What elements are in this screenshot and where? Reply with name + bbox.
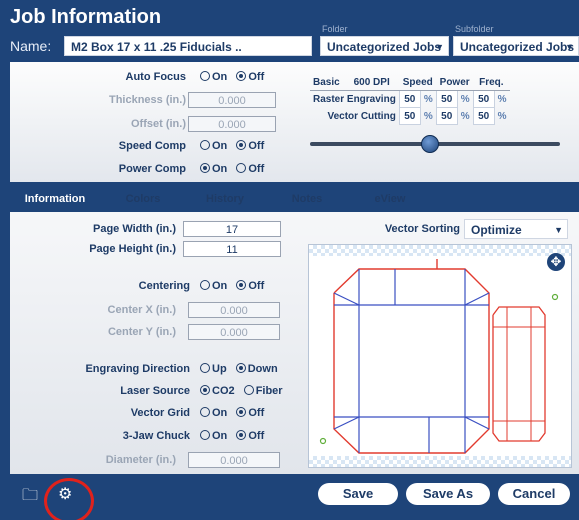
laser-source-label: Laser Source bbox=[120, 385, 190, 397]
power-comp-radio-group[interactable]: On Off bbox=[200, 163, 264, 175]
engraving-direction-radio-group[interactable]: Up Down bbox=[200, 363, 278, 375]
tab-information[interactable]: Information bbox=[10, 186, 100, 212]
radio-on[interactable] bbox=[200, 280, 210, 290]
engraving-direction-label: Engraving Direction bbox=[85, 363, 190, 375]
radio-fiber[interactable] bbox=[243, 385, 254, 395]
row-label: Vector Cutting bbox=[327, 110, 396, 122]
jaw-chuck-radio-group[interactable]: On Off bbox=[200, 430, 264, 442]
chevron-down-icon: ▼ bbox=[435, 42, 444, 52]
radio-off[interactable] bbox=[236, 71, 247, 81]
power-comp-label: Power Comp bbox=[118, 163, 186, 175]
cancel-button[interactable]: Cancel bbox=[498, 483, 570, 505]
radio-on[interactable] bbox=[200, 140, 210, 150]
offset-label: Offset (in.) bbox=[131, 118, 186, 130]
auto-focus-radio-group[interactable]: On Off bbox=[200, 71, 264, 83]
vector-sorting-value: Optimize bbox=[471, 223, 522, 237]
raster-power-input[interactable]: 50 bbox=[435, 90, 458, 108]
radio-off[interactable] bbox=[236, 140, 247, 150]
folder-value: Uncategorized Jobs bbox=[327, 40, 442, 54]
vector-sorting-label: Vector Sorting bbox=[384, 223, 460, 235]
speed-comp-label: Speed Comp bbox=[118, 140, 186, 152]
power-header: Power bbox=[436, 74, 474, 91]
window-title: Job Information bbox=[10, 6, 162, 28]
chevron-down-icon: ▼ bbox=[554, 225, 563, 235]
laser-settings-panel: Auto Focus On Off Thickness (in.) 0.000 … bbox=[10, 62, 579, 182]
page-width-label: Page Width (in.) bbox=[92, 223, 176, 235]
job-preview-canvas[interactable]: ✥ bbox=[308, 244, 572, 468]
row-label: Raster Engraving bbox=[313, 93, 396, 105]
radio-off[interactable] bbox=[236, 430, 247, 440]
radio-on[interactable] bbox=[200, 430, 210, 440]
jaw-chuck-label: 3-Jaw Chuck bbox=[122, 430, 190, 442]
save-button[interactable]: Save bbox=[318, 483, 398, 505]
page-height-label: Page Height (in.) bbox=[89, 243, 176, 255]
centering-label: Centering bbox=[138, 280, 190, 292]
subfolder-value: Uncategorized Jobs bbox=[460, 40, 575, 54]
vector-grid-label: Vector Grid bbox=[130, 407, 190, 419]
centering-radio-group[interactable]: On Off bbox=[200, 280, 264, 292]
chevron-down-icon: ▼ bbox=[565, 42, 574, 52]
radio-on[interactable] bbox=[200, 163, 210, 173]
information-tab-content: Page Width (in.) 17 Page Height (in.) 11… bbox=[10, 212, 579, 474]
radio-off[interactable] bbox=[236, 407, 247, 417]
freq-header: Freq. bbox=[473, 74, 510, 91]
tab-bar: Information Colors History Notes eView bbox=[10, 186, 579, 212]
subfolder-label: Subfolder bbox=[455, 24, 494, 34]
raster-freq-input[interactable]: 50 bbox=[472, 90, 495, 108]
center-y-input[interactable]: 0.000 bbox=[188, 324, 280, 340]
folder-dropdown[interactable]: Uncategorized Jobs ▼ bbox=[320, 36, 449, 56]
center-x-input[interactable]: 0.000 bbox=[188, 302, 280, 318]
speed-comp-radio-group[interactable]: On Off bbox=[200, 140, 264, 152]
tab-eview[interactable]: eView bbox=[355, 186, 425, 212]
thickness-label: Thickness (in.) bbox=[108, 94, 186, 106]
vector-grid-radio-group[interactable]: On Off bbox=[200, 407, 264, 419]
laser-source-radio-group[interactable]: CO2 Fiber bbox=[200, 385, 283, 397]
diameter-input[interactable]: 0.000 bbox=[188, 452, 280, 468]
radio-down[interactable] bbox=[235, 363, 246, 373]
tab-colors[interactable]: Colors bbox=[108, 186, 178, 212]
save-as-button[interactable]: Save As bbox=[406, 483, 490, 505]
vector-freq-input[interactable]: 50 bbox=[472, 107, 495, 125]
laser-parameters-table: Basic 600 DPI Speed Power Freq. Raster E… bbox=[310, 74, 510, 125]
vector-power-input[interactable]: 50 bbox=[435, 107, 458, 125]
slider-knob[interactable] bbox=[421, 135, 439, 153]
radio-off[interactable] bbox=[236, 163, 247, 173]
import-folder-icon[interactable]: 🗀 bbox=[22, 484, 38, 511]
job-information-window: Job Information Folder Subfolder Name: M… bbox=[0, 0, 579, 520]
thickness-input[interactable]: 0.000 bbox=[188, 92, 276, 108]
radio-up[interactable] bbox=[200, 363, 210, 373]
vector-sorting-dropdown[interactable]: Optimize ▼ bbox=[464, 219, 568, 239]
tab-history[interactable]: History bbox=[190, 186, 260, 212]
table-row: Raster Engraving 50 % 50 % 50 % bbox=[310, 90, 510, 108]
job-name-input[interactable]: M2 Box 17 x 11 .25 Fiducials .. bbox=[64, 36, 312, 56]
mode-label: Basic 600 DPI bbox=[310, 74, 400, 91]
page-height-input[interactable]: 11 bbox=[183, 241, 281, 257]
diameter-label: Diameter (in.) bbox=[105, 454, 176, 466]
raster-speed-input[interactable]: 50 bbox=[398, 90, 421, 108]
radio-off[interactable] bbox=[236, 280, 247, 290]
radio-on[interactable] bbox=[200, 407, 210, 417]
speed-header: Speed bbox=[399, 74, 437, 91]
box-design-drawing bbox=[319, 259, 559, 454]
highlight-circle bbox=[44, 478, 94, 520]
center-y-label: Center Y (in.) bbox=[107, 326, 176, 338]
move-icon[interactable]: ✥ bbox=[547, 253, 565, 271]
center-x-label: Center X (in.) bbox=[107, 304, 176, 316]
radio-on[interactable] bbox=[200, 71, 210, 81]
name-label: Name: bbox=[10, 38, 52, 54]
subfolder-dropdown[interactable]: Uncategorized Jobs ▼ bbox=[453, 36, 579, 56]
page-width-input[interactable]: 17 bbox=[183, 221, 281, 237]
folder-label: Folder bbox=[322, 24, 348, 34]
vector-speed-input[interactable]: 50 bbox=[398, 107, 421, 125]
table-row: Vector Cutting 50 % 50 % 50 % bbox=[310, 107, 510, 125]
offset-input[interactable]: 0.000 bbox=[188, 116, 276, 132]
tab-notes[interactable]: Notes bbox=[272, 186, 342, 212]
radio-co2[interactable] bbox=[200, 385, 210, 395]
auto-focus-label: Auto Focus bbox=[125, 71, 187, 83]
